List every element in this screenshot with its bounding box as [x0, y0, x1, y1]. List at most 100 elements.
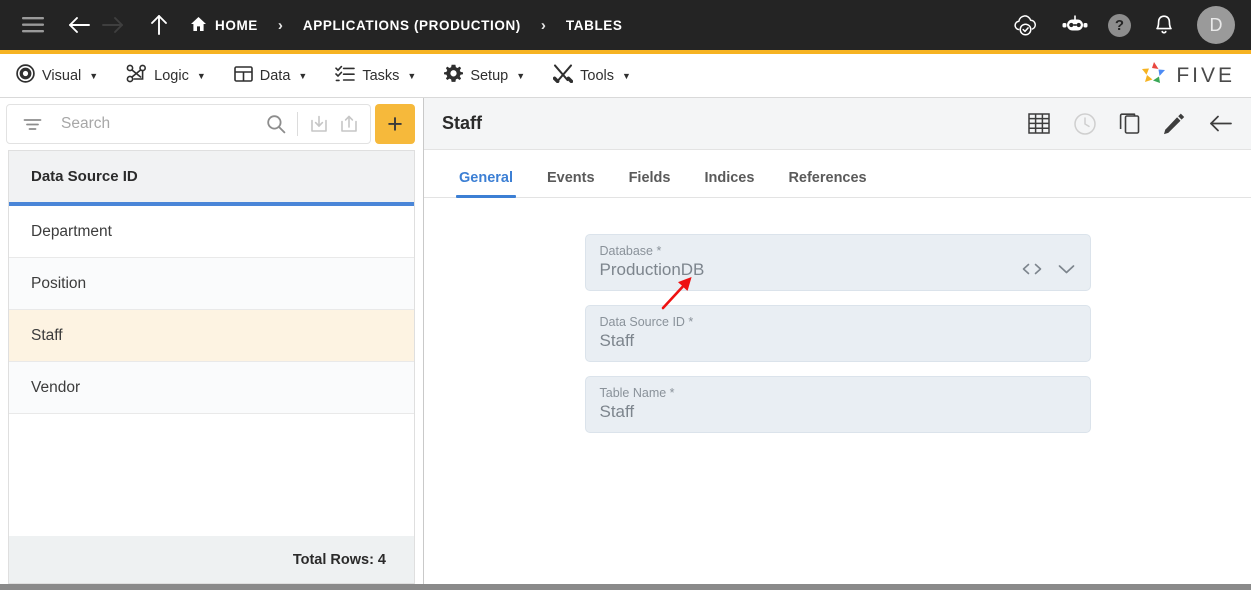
data-source-table: Data Source ID Department Position Staff… [8, 150, 415, 536]
help-icon[interactable]: ? [1108, 13, 1131, 37]
menu-label: Setup [470, 67, 509, 84]
plus-icon: + [387, 108, 403, 139]
tab-references[interactable]: References [771, 170, 883, 197]
menu-label: Tools [580, 67, 614, 84]
notifications-bell-icon[interactable] [1147, 8, 1181, 42]
table-name-field[interactable]: Table Name * Staff [584, 376, 1091, 433]
page-title: Staff [442, 113, 482, 133]
chevron-down-icon: ▼ [407, 70, 417, 81]
chevron-down-icon: ▼ [516, 70, 526, 81]
avatar-initial: D [1209, 14, 1223, 35]
table-row[interactable]: Vendor [9, 362, 414, 414]
toolbar-divider [297, 112, 298, 136]
menu-item-tasks[interactable]: Tasks ▼ [335, 65, 416, 87]
help-glyph: ? [1114, 16, 1125, 34]
top-navigation-bar: HOME › APPLICATIONS (PRODUCTION) › TABLE… [0, 0, 1251, 50]
breadcrumb-item-applications[interactable]: APPLICATIONS (PRODUCTION) [303, 18, 521, 33]
field-label: Table Name * [599, 386, 675, 400]
table-row-selected[interactable]: Staff [9, 310, 414, 362]
table-view-icon[interactable] [1027, 112, 1051, 135]
history-clock-icon[interactable] [1073, 112, 1097, 136]
chevron-down-icon: ▼ [196, 70, 206, 81]
import-icon[interactable] [304, 109, 334, 139]
column-header-data-source-id[interactable]: Data Source ID [9, 151, 414, 206]
window-bottom-bar [0, 584, 1251, 590]
tab-general[interactable]: General [442, 170, 530, 198]
search-input[interactable] [47, 115, 261, 133]
tab-label: Indices [704, 170, 755, 186]
filter-icon[interactable] [17, 109, 47, 139]
menu-item-visual[interactable]: Visual ▼ [16, 64, 98, 87]
chevron-down-icon: ▼ [298, 70, 308, 81]
breadcrumb: HOME › APPLICATIONS (PRODUCTION) › TABLE… [190, 16, 623, 35]
row-label: Department [31, 222, 112, 240]
code-brackets-icon[interactable] [1021, 261, 1043, 276]
data-source-id-field[interactable]: Data Source ID * Staff [584, 305, 1091, 362]
breadcrumb-item-home[interactable]: HOME [190, 16, 258, 35]
row-label: Staff [31, 326, 63, 344]
tab-label: Fields [628, 170, 671, 186]
menu-item-tools[interactable]: Tools ▼ [552, 64, 631, 87]
tab-fields[interactable]: Fields [612, 170, 688, 197]
chevron-down-icon: ▼ [89, 70, 99, 81]
field-value: ProductionDB [599, 260, 705, 279]
tab-indices[interactable]: Indices [687, 170, 771, 197]
breadcrumb-item-tables[interactable]: TABLES [566, 18, 623, 33]
menu-item-setup[interactable]: Setup ▼ [444, 64, 525, 87]
add-record-button[interactable]: + [375, 104, 415, 144]
breadcrumb-label: TABLES [565, 17, 623, 33]
total-rows-label: Total Rows: 4 [292, 551, 386, 568]
table-row[interactable]: Department [9, 206, 414, 258]
hamburger-icon[interactable] [16, 8, 50, 42]
export-icon[interactable] [334, 109, 364, 139]
duplicate-icon[interactable] [1119, 112, 1141, 135]
arrow-up-icon[interactable] [142, 8, 176, 42]
five-brand-logo: FIVE [1139, 60, 1235, 91]
cloud-check-icon[interactable] [1008, 8, 1042, 42]
table-body: Department Position Staff Vendor [9, 206, 414, 536]
arrow-left-icon[interactable] [62, 8, 96, 42]
edit-pencil-icon[interactable] [1163, 112, 1186, 135]
search-container [6, 104, 371, 144]
column-header-label: Data Source ID [31, 168, 138, 185]
table-empty-space [9, 414, 414, 536]
total-rows-footer: Total Rows: 4 [8, 536, 415, 584]
detail-panel: Staff General Events Fields Indices Refe… [424, 98, 1251, 584]
logic-nodes-icon [126, 64, 147, 87]
chevron-down-icon[interactable] [1057, 262, 1076, 275]
table-row[interactable]: Position [9, 258, 414, 310]
menu-item-data[interactable]: Data ▼ [233, 65, 308, 87]
back-arrow-icon[interactable] [1208, 113, 1233, 134]
database-field-icons [1021, 261, 1076, 276]
chevron-down-icon: ▼ [622, 70, 631, 81]
workspace: + Data Source ID Department Position Sta… [0, 98, 1251, 584]
top-bar-actions: ? D [1008, 6, 1235, 44]
detail-tabs: General Events Fields Indices References [424, 150, 1251, 198]
avatar[interactable]: D [1197, 6, 1235, 44]
breadcrumb-separator: › [277, 16, 283, 34]
robot-assistant-icon[interactable] [1058, 8, 1092, 42]
row-label: Vendor [31, 378, 81, 396]
detail-panel-actions [1027, 112, 1233, 136]
menu-label: Tasks [362, 67, 400, 84]
home-icon [190, 16, 207, 35]
task-list-icon [335, 65, 356, 87]
tab-label: General [459, 170, 513, 186]
menu-label: Logic [154, 67, 189, 84]
tab-label: References [788, 170, 867, 186]
detail-panel-header: Staff [424, 98, 1251, 150]
list-toolbar: + [0, 98, 423, 150]
tab-events[interactable]: Events [530, 170, 612, 197]
arrow-right-icon[interactable] [96, 8, 130, 42]
breadcrumb-label: HOME [215, 17, 258, 33]
database-field[interactable]: Database * ProductionDB [584, 234, 1091, 291]
field-label: Database * [599, 244, 662, 258]
search-icon[interactable] [261, 109, 291, 139]
row-label: Position [31, 274, 87, 292]
brand-text: FIVE [1176, 63, 1235, 87]
breadcrumb-separator: › [540, 16, 546, 34]
table-grid-icon [233, 65, 253, 87]
tools-icon [552, 64, 574, 87]
data-source-list-panel: + Data Source ID Department Position Sta… [0, 98, 424, 584]
menu-item-logic[interactable]: Logic ▼ [126, 64, 206, 87]
